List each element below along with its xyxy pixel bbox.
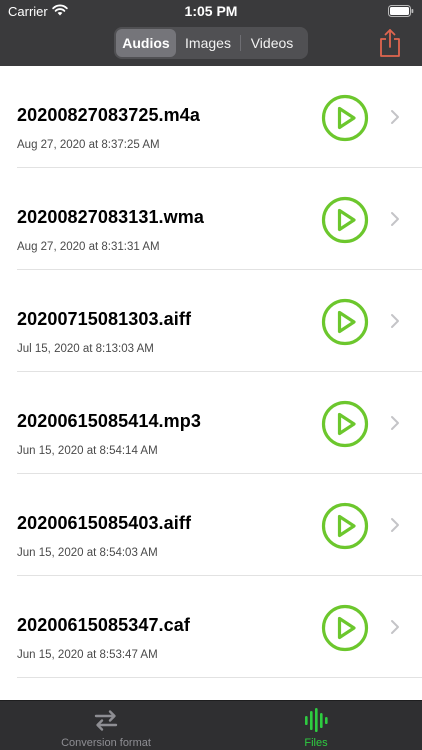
file-name: 20200827083131.wma — [17, 207, 204, 227]
tab-conversion-format[interactable]: Conversion format — [40, 701, 172, 750]
file-date: Aug 27, 2020 at 8:37:25 AM — [17, 139, 160, 151]
play-icon[interactable] — [321, 502, 369, 550]
status-time: 1:05 PM — [184, 3, 238, 19]
file-row[interactable]: 20200715081303.aiff Jul 15, 2020 at 8:13:… — [0, 270, 422, 372]
segment-videos[interactable]: Videos — [241, 29, 303, 57]
swap-arrows-icon — [94, 710, 118, 731]
row-divider — [17, 677, 422, 678]
status-bar: Carrier 1:05 PM — [0, 0, 422, 22]
file-date: Jun 15, 2020 at 8:53:47 AM — [17, 649, 158, 661]
chevron-right-icon — [391, 110, 399, 124]
tab-bar: Conversion format Files — [0, 700, 422, 750]
file-date: Jun 15, 2020 at 8:54:03 AM — [17, 547, 158, 559]
file-name: 20200615085414.mp3 — [17, 411, 201, 431]
file-list: 20200827083725.m4a Aug 27, 2020 at 8:37:2… — [0, 66, 422, 700]
chevron-right-icon — [391, 620, 399, 634]
play-icon[interactable] — [321, 400, 369, 448]
play-icon[interactable] — [321, 94, 369, 142]
file-date: Aug 27, 2020 at 8:31:31 AM — [17, 241, 160, 253]
file-name: 20200615085403.aiff — [17, 513, 192, 533]
file-row[interactable]: 20200615085347.caf Jun 15, 2020 at 8:53:4… — [0, 576, 422, 678]
header: Carrier 1:05 PM Audios Images Videos — [0, 0, 422, 66]
share-icon[interactable] — [378, 28, 402, 58]
file-row[interactable]: 20200615085414.mp3 Jun 15, 2020 at 8:54:1… — [0, 372, 422, 474]
media-type-segmented-control: Audios Images Videos — [114, 27, 308, 59]
file-row[interactable]: 20200827083131.wma Aug 27, 2020 at 8:31:3… — [0, 168, 422, 270]
play-icon[interactable] — [321, 604, 369, 652]
chevron-right-icon — [391, 416, 399, 430]
tab-files[interactable]: Files — [286, 701, 346, 750]
play-icon[interactable] — [321, 298, 369, 346]
play-icon[interactable] — [321, 196, 369, 244]
file-date: Jul 15, 2020 at 8:13:03 AM — [17, 343, 154, 355]
segment-audios[interactable]: Audios — [116, 29, 176, 57]
file-name: 20200715081303.aiff — [17, 309, 192, 329]
file-name: 20200615085347.caf — [17, 615, 190, 635]
file-date: Jun 15, 2020 at 8:54:14 AM — [17, 445, 158, 457]
tab-files-label: Files — [304, 737, 328, 749]
file-row[interactable]: 20200615085403.aiff Jun 15, 2020 at 8:54:… — [0, 474, 422, 576]
file-name: 20200827083725.m4a — [17, 105, 200, 125]
chevron-right-icon — [391, 314, 399, 328]
audio-waveform-icon — [305, 708, 328, 732]
segment-images[interactable]: Images — [176, 29, 240, 57]
chevron-right-icon — [391, 212, 399, 226]
battery-icon — [388, 5, 414, 17]
chevron-right-icon — [391, 518, 399, 532]
file-row[interactable]: 20200827083725.m4a Aug 27, 2020 at 8:37:2… — [0, 66, 422, 168]
tab-conversion-format-label: Conversion format — [61, 737, 151, 749]
